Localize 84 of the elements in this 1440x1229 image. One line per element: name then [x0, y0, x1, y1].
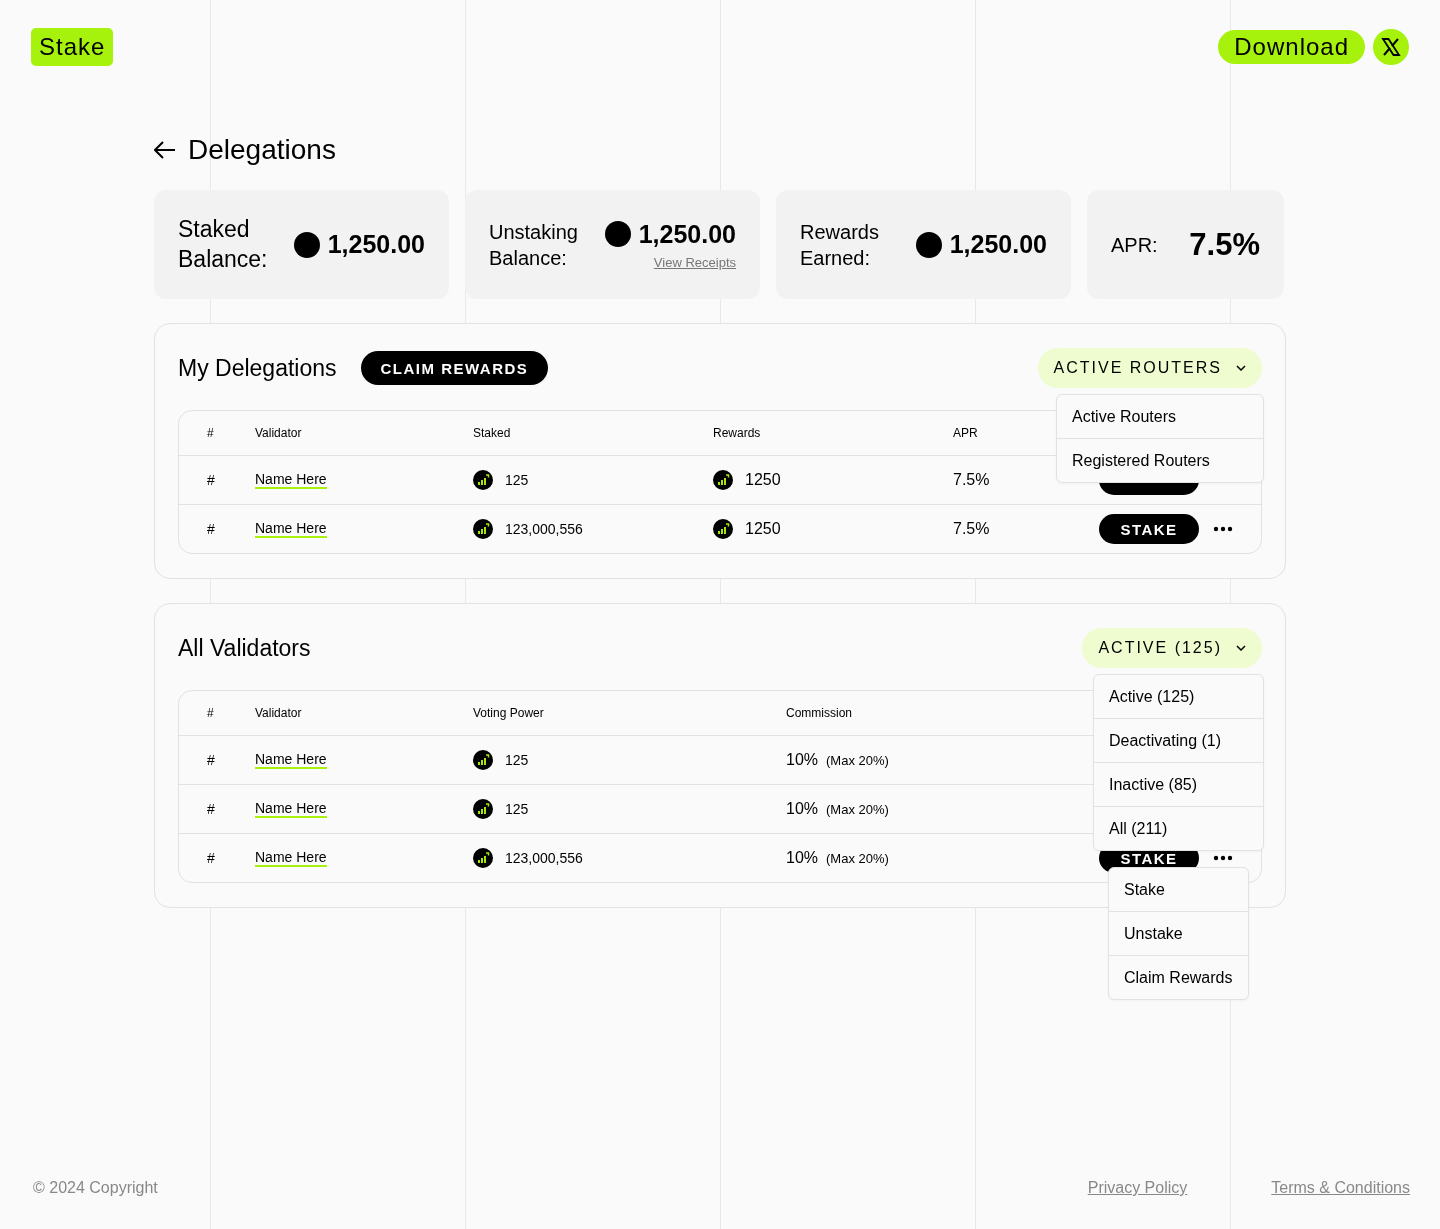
column-header: Staked [473, 426, 512, 440]
token-icon [713, 470, 733, 490]
table-cell-text: # [207, 472, 216, 488]
validator-link[interactable]: Name Here [255, 848, 327, 868]
copyright-text: © 2024 Copyright [33, 1179, 158, 1197]
claim-rewards-button[interactable]: CLAIM REWARDS [360, 351, 549, 385]
table-cell-text: # [207, 521, 216, 537]
column-header: # [207, 706, 215, 720]
column-header: APR [953, 426, 979, 440]
amount: 1250 [745, 520, 781, 538]
column-header: Validator [255, 426, 303, 440]
table-cell-text: # [207, 850, 216, 866]
filter-label: ACTIVE (125) [1098, 639, 1222, 657]
menu-item[interactable]: Inactive (85) [1094, 762, 1263, 806]
column-header: Voting Power [473, 706, 545, 720]
amount: 1250 [745, 471, 781, 489]
view-receipts-link[interactable]: View Receipts [653, 254, 736, 270]
validator-link[interactable]: Name Here [255, 799, 327, 819]
column-header: Validator [255, 706, 303, 720]
menu-item[interactable]: Deactivating (1) [1094, 718, 1263, 762]
table-cell-text: # [207, 801, 216, 817]
commission-max: (Max 20%) [826, 801, 889, 817]
menu-item[interactable]: Active (125) [1094, 675, 1263, 718]
x-logo-button[interactable] [1373, 29, 1409, 65]
commission-value: 10% [786, 800, 819, 818]
stat-value: 1,250.00 [949, 230, 1047, 259]
coin-icon [915, 231, 942, 258]
menu-item[interactable]: Active Routers [1057, 395, 1263, 438]
footer-link[interactable]: Terms & Conditions [1271, 1179, 1410, 1197]
page-title: Delegations [188, 134, 336, 166]
menu-item[interactable]: Registered Routers [1057, 438, 1263, 482]
stat-value: 7.5% [1189, 226, 1260, 263]
commission-max: (Max 20%) [826, 752, 889, 768]
amount: 125 [505, 752, 529, 768]
amount: 125 [505, 472, 529, 488]
menu-item[interactable]: Unstake [1109, 911, 1248, 955]
column-header: Rewards [713, 426, 762, 440]
filter-dropdown[interactable]: ACTIVE ROUTERS [1037, 348, 1262, 388]
back-button[interactable] [154, 141, 176, 159]
column-header: # [207, 426, 215, 440]
back-arrow-icon [154, 141, 176, 159]
token-icon [713, 519, 733, 539]
x-logo-icon [1381, 37, 1401, 57]
stat-value: 1,250.00 [638, 219, 736, 249]
stat-value: 1,250.00 [327, 230, 425, 259]
token-icon [473, 799, 493, 819]
section-title: My Delegations [178, 354, 337, 382]
stake-button[interactable]: STAKE [1099, 514, 1199, 544]
column-header: Commission [786, 706, 853, 720]
amount: 123,000,556 [505, 850, 583, 866]
more-icon [1213, 855, 1233, 861]
token-icon [473, 470, 493, 490]
coin-icon [293, 231, 320, 258]
stat-label: APR: [1111, 232, 1159, 258]
token-icon [473, 519, 493, 539]
stat-label: Staked Balance: [178, 214, 269, 274]
section-title: All Validators [178, 634, 311, 662]
commission-value: 10% [786, 751, 819, 769]
validator-link[interactable]: Name Here [255, 519, 327, 539]
menu-item[interactable]: All (211) [1094, 806, 1263, 850]
commission-value: 10% [786, 849, 819, 867]
token-icon [473, 750, 493, 770]
table-cell-text: # [207, 752, 216, 768]
table-cell-text: 7.5% [953, 471, 991, 489]
filter-label: ACTIVE ROUTERS [1053, 359, 1222, 377]
download-button[interactable]: Download [1218, 30, 1365, 64]
stat-label: Rewards Earned: [800, 219, 880, 271]
validator-link[interactable]: Name Here [255, 750, 327, 770]
amount: 125 [505, 801, 529, 817]
chevron-icon [1236, 645, 1246, 651]
commission-max: (Max 20%) [826, 850, 889, 866]
stat-label: Unstaking Balance: [489, 219, 579, 271]
more-button[interactable] [1213, 526, 1233, 532]
amount: 123,000,556 [505, 521, 583, 537]
token-icon [473, 848, 493, 868]
validator-link[interactable]: Name Here [255, 470, 327, 490]
table-cell-text: 7.5% [953, 520, 991, 538]
coin-icon [604, 221, 631, 247]
logo[interactable]: Stake [31, 28, 114, 66]
filter-dropdown[interactable]: ACTIVE (125) [1082, 628, 1262, 668]
menu-item[interactable]: Claim Rewards [1109, 955, 1248, 999]
more-button[interactable] [1213, 855, 1233, 861]
chevron-icon [1236, 365, 1246, 371]
more-icon [1213, 526, 1233, 532]
